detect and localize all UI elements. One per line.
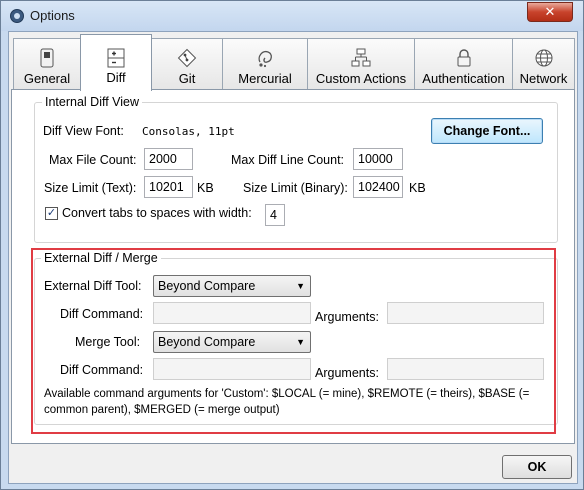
switch-icon bbox=[40, 48, 54, 68]
change-font-button[interactable]: Change Font... bbox=[431, 118, 543, 144]
tab-network[interactable]: Network bbox=[512, 38, 575, 90]
git-diamond-icon bbox=[177, 48, 197, 68]
tab-label: Mercurial bbox=[238, 71, 292, 86]
max-file-count-input[interactable]: 2000 bbox=[144, 148, 193, 170]
tab-custom-actions[interactable]: Custom Actions bbox=[307, 38, 415, 90]
merge-command-label: Diff Command: bbox=[60, 363, 144, 377]
internal-diff-legend: Internal Diff View bbox=[42, 95, 143, 109]
convert-tabs-checkbox[interactable]: ✓ bbox=[45, 207, 58, 220]
tab-git[interactable]: Git bbox=[151, 38, 223, 90]
tab-width-input[interactable]: 4 bbox=[265, 204, 285, 226]
max-diff-line-count-input[interactable]: 10000 bbox=[353, 148, 403, 170]
max-diff-line-count-label: Max Diff Line Count: bbox=[231, 153, 345, 167]
tab-label: Authentication bbox=[422, 71, 505, 86]
tab-label: Git bbox=[178, 71, 196, 86]
mercurial-icon bbox=[258, 51, 272, 68]
diff-settings-panel: Internal Diff View Diff View Font: Conso… bbox=[11, 89, 575, 444]
globe-icon bbox=[535, 49, 552, 67]
size-limit-binary-unit: KB bbox=[409, 181, 426, 195]
size-limit-binary-label: Size Limit (Binary): bbox=[243, 181, 348, 195]
merge-arguments-label: Arguments: bbox=[315, 366, 379, 380]
merge-command-input[interactable] bbox=[153, 358, 311, 380]
diff-arguments-input[interactable] bbox=[387, 302, 544, 324]
ok-button[interactable]: OK bbox=[502, 455, 572, 479]
merge-tool-value: Beyond Compare bbox=[158, 335, 256, 349]
external-diff-tool-label: External Diff Tool: bbox=[44, 279, 142, 293]
diff-command-input[interactable] bbox=[153, 302, 311, 324]
close-button[interactable]: ✕ bbox=[527, 2, 573, 22]
tab-diff[interactable]: Diff bbox=[80, 34, 152, 91]
max-file-count-label: Max File Count: bbox=[49, 153, 137, 167]
tab-authentication[interactable]: Authentication bbox=[414, 38, 513, 90]
size-limit-binary-input[interactable]: 102400 bbox=[353, 176, 403, 198]
tab-strip: General Diff Git Mercurial Custom Action… bbox=[11, 34, 577, 91]
merge-tool-select[interactable]: Beyond Compare ▼ bbox=[153, 331, 311, 353]
tab-mercurial[interactable]: Mercurial bbox=[222, 38, 308, 90]
convert-tabs-label[interactable]: Convert tabs to spaces with width: bbox=[62, 206, 252, 220]
merge-tool-label: Merge Tool: bbox=[75, 335, 141, 349]
tab-label: Network bbox=[519, 71, 568, 86]
size-limit-text-unit: KB bbox=[197, 181, 214, 195]
flowchart-icon bbox=[351, 48, 371, 67]
size-limit-text-label: Size Limit (Text): bbox=[44, 181, 137, 195]
diff-view-font-value: Consolas, 11pt bbox=[142, 125, 235, 138]
tab-label: General bbox=[23, 71, 71, 86]
window-title: Options bbox=[30, 8, 75, 23]
size-limit-text-input[interactable]: 10201 bbox=[144, 176, 193, 198]
command-arguments-help-text: Available command arguments for 'Custom'… bbox=[44, 388, 530, 416]
title-bar[interactable]: Options ✕ bbox=[1, 1, 583, 31]
diff-doc-icon bbox=[107, 48, 125, 68]
diff-arguments-label: Arguments: bbox=[315, 310, 379, 324]
external-diff-tool-select[interactable]: Beyond Compare ▼ bbox=[153, 275, 311, 297]
external-diff-legend: External Diff / Merge bbox=[41, 251, 161, 265]
merge-arguments-input[interactable] bbox=[387, 358, 544, 380]
dialog-client-area: General Diff Git Mercurial Custom Action… bbox=[8, 31, 578, 484]
chevron-down-icon: ▼ bbox=[296, 337, 305, 347]
diff-command-label: Diff Command: bbox=[60, 307, 144, 321]
options-window: Options ✕ General Diff Git Mercurial Cus… bbox=[0, 0, 584, 490]
chevron-down-icon: ▼ bbox=[296, 281, 305, 291]
tab-label: Custom Actions bbox=[315, 71, 407, 86]
tab-general[interactable]: General bbox=[13, 38, 81, 90]
external-diff-tool-value: Beyond Compare bbox=[158, 279, 256, 293]
diff-view-font-label: Diff View Font: bbox=[43, 124, 124, 138]
app-icon bbox=[10, 9, 24, 23]
padlock-icon bbox=[457, 49, 470, 67]
tab-label: Diff bbox=[106, 70, 126, 85]
